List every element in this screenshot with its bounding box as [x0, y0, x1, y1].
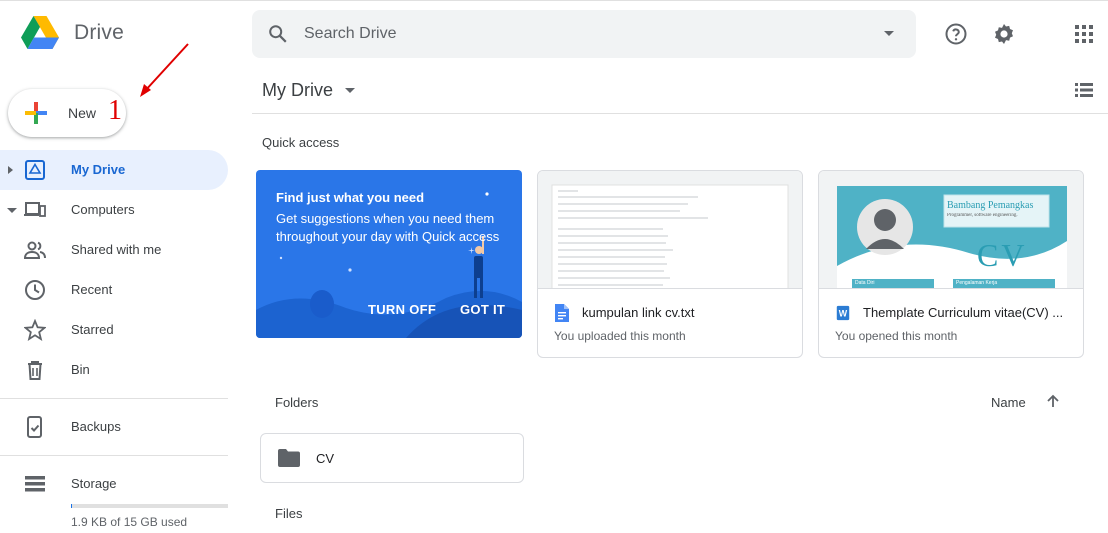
storage-usage-bar: [71, 504, 228, 508]
file-subtitle: You opened this month: [835, 329, 958, 343]
quick-access-card-cv-document[interactable]: Bambang Pemangkas Programmer, software e…: [818, 170, 1084, 358]
drive-logo[interactable]: Drive: [21, 16, 124, 50]
search-bar[interactable]: [252, 10, 916, 58]
folder-item[interactable]: CV: [260, 433, 524, 483]
sidebar-item-label: My Drive: [71, 162, 126, 177]
plus-icon: [25, 102, 47, 124]
turn-off-button[interactable]: TURN OFF: [368, 302, 436, 317]
cv-thumb-role: Programmer, software engineering.: [947, 213, 1018, 218]
trash-icon: [28, 361, 42, 380]
sidebar-item-backups[interactable]: Backups: [0, 407, 228, 447]
quick-access-heading: Quick access: [262, 135, 340, 150]
sidebar-item-label: Computers: [71, 202, 135, 217]
clock-icon: [25, 280, 45, 300]
folder-icon: [278, 449, 300, 467]
sidebar-item-label: Starred: [71, 322, 114, 337]
sort-direction-arrow-icon[interactable]: [1046, 394, 1060, 408]
sidebar-nav: My Drive Computers Shared with me Recent…: [0, 150, 228, 504]
sidebar-divider: [0, 398, 228, 399]
drive-logo-icon: [21, 16, 59, 49]
chevron-down-icon[interactable]: [345, 88, 355, 93]
sidebar-item-shared-with-me[interactable]: Shared with me: [0, 230, 228, 270]
folders-heading: Folders: [275, 395, 319, 410]
file-thumbnail: [538, 171, 802, 289]
sidebar-item-label: Recent: [71, 282, 113, 297]
apps-grid-icon[interactable]: [1072, 22, 1096, 46]
quick-access-promo-card: Find just what you need Get suggestions …: [256, 170, 522, 338]
star-icon: [24, 319, 46, 341]
sidebar-item-my-drive[interactable]: My Drive: [0, 150, 228, 190]
svg-text:W: W: [839, 309, 848, 319]
files-heading: Files: [275, 506, 303, 521]
drive-app: Drive New 1: [0, 0, 1108, 533]
cv-thumb-name: Bambang Pemangkas: [947, 200, 1034, 211]
sidebar-item-label: Backups: [71, 419, 121, 434]
search-options-icon[interactable]: [884, 31, 894, 36]
word-icon: W: [836, 305, 850, 321]
file-thumbnail: Bambang Pemangkas Programmer, software e…: [819, 171, 1083, 289]
sort-by-name-button[interactable]: Name: [991, 395, 1026, 410]
backup-device-icon: [27, 416, 42, 438]
folder-name: CV: [316, 450, 335, 466]
cv-preview: [837, 186, 1067, 288]
sidebar-item-label: Bin: [71, 362, 90, 377]
annotation-number: 1: [108, 95, 122, 126]
sidebar-item-computers[interactable]: Computers: [0, 190, 228, 230]
sidebar-divider: [0, 455, 228, 456]
annotation-arrow-icon: [140, 43, 189, 97]
list-view-icon[interactable]: [1075, 82, 1093, 98]
search-input[interactable]: [304, 25, 864, 43]
text-file-preview: [551, 184, 789, 288]
sidebar-item-starred[interactable]: Starred: [0, 310, 228, 350]
expand-arrow-icon[interactable]: [8, 166, 13, 174]
storage-usage-text: 1.9 KB of 15 GB used: [71, 515, 188, 529]
storage-icon: [25, 476, 45, 492]
got-it-button[interactable]: GOT IT: [460, 302, 505, 317]
computers-icon: [24, 202, 46, 217]
header-divider: [252, 113, 1108, 114]
shared-people-icon: [24, 241, 46, 259]
my-drive-icon: [25, 160, 45, 180]
file-title: kumpulan link cv.txt: [582, 305, 695, 320]
cv-thumb-box1-label: Data Diri: [855, 280, 875, 286]
help-icon[interactable]: [944, 22, 968, 46]
file-subtitle: You uploaded this month: [554, 329, 686, 343]
sidebar-item-label: Shared with me: [71, 242, 162, 257]
promo-heading: Find just what you need: [276, 190, 425, 205]
storage-usage-fill: [71, 504, 72, 508]
top-border: [0, 0, 1108, 1]
quick-access-card-text-file[interactable]: kumpulan link cv.txt You uploaded this m…: [537, 170, 803, 358]
app-name: Drive: [74, 21, 125, 44]
promo-body: Get suggestions when you need them throu…: [276, 211, 500, 244]
search-icon[interactable]: [267, 23, 289, 45]
new-button-label: New: [68, 105, 97, 121]
sidebar-item-recent[interactable]: Recent: [0, 270, 228, 310]
sidebar-item-bin[interactable]: Bin: [0, 350, 228, 390]
settings-gear-icon[interactable]: [992, 22, 1016, 46]
cv-thumb-box2-label: Pengalaman Kerja: [956, 280, 998, 286]
collapse-arrow-icon[interactable]: [7, 208, 17, 213]
doc-icon: [555, 304, 569, 322]
page-title: My Drive: [262, 80, 333, 100]
sidebar-item-label: Storage: [71, 476, 117, 491]
sidebar-item-storage[interactable]: Storage: [0, 464, 228, 504]
file-title: Themplate Curriculum vitae(CV) ...: [863, 305, 1064, 320]
breadcrumb-my-drive[interactable]: My Drive: [262, 80, 355, 101]
cv-thumb-big-label: CV: [977, 237, 1028, 273]
